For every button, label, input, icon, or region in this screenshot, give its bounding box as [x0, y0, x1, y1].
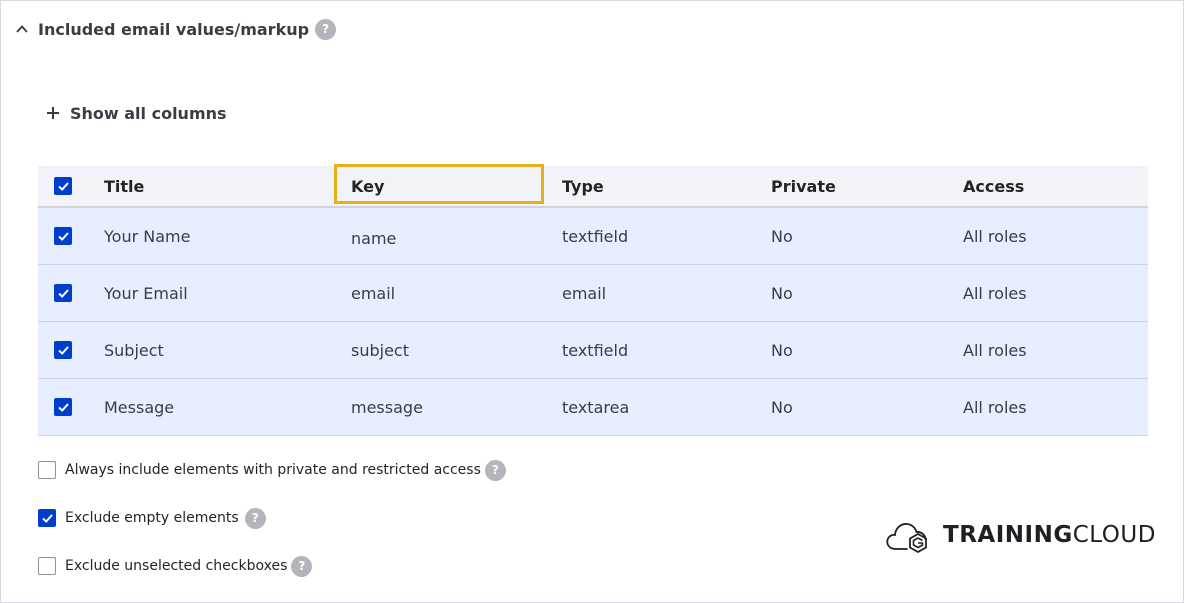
- row-access: All roles: [963, 340, 1027, 360]
- row-title: Message: [104, 397, 175, 417]
- table-row: Message message textarea No All roles: [38, 378, 1148, 435]
- show-all-columns-button[interactable]: Show all columns: [46, 101, 227, 125]
- row-title: Your Name: [104, 226, 191, 246]
- row-private: No: [771, 397, 793, 417]
- row-type: textfield: [562, 226, 629, 246]
- check-icon: [57, 231, 69, 241]
- row-checkbox[interactable]: [54, 227, 72, 245]
- check-icon: [57, 288, 69, 298]
- check-icon: [57, 402, 69, 412]
- row-access: All roles: [963, 397, 1027, 417]
- column-header-access[interactable]: Access: [963, 166, 1024, 206]
- option-exclude-empty[interactable]: Exclude empty elements ?: [38, 506, 266, 530]
- row-checkbox[interactable]: [54, 398, 72, 416]
- row-key: name: [351, 228, 397, 248]
- help-icon[interactable]: ?: [315, 18, 337, 40]
- row-private: No: [771, 226, 793, 246]
- column-header-type[interactable]: Type: [562, 166, 604, 206]
- row-checkbox[interactable]: [54, 284, 72, 302]
- row-checkbox[interactable]: [54, 341, 72, 359]
- elements-table: Title Key Type Private Access Your Name …: [38, 164, 1148, 436]
- row-access: All roles: [963, 226, 1027, 246]
- column-header-key[interactable]: Key: [351, 166, 384, 206]
- row-type: email: [562, 283, 607, 303]
- row-key: message: [351, 397, 423, 417]
- row-title: Your Email: [104, 283, 188, 303]
- option-include-private[interactable]: Always include elements with private and…: [38, 458, 506, 482]
- cloud-logo-icon: [886, 523, 927, 553]
- row-private: No: [771, 283, 793, 303]
- exclude-unselected-label: Exclude unselected checkboxes: [65, 558, 288, 574]
- include-private-label: Always include elements with private and…: [65, 462, 481, 478]
- option-exclude-unselected[interactable]: Exclude unselected checkboxes ?: [38, 554, 313, 578]
- row-access: All roles: [963, 283, 1027, 303]
- check-icon: [57, 181, 69, 191]
- email-values-panel: Included email values/markup ? Show all …: [0, 0, 1184, 603]
- include-private-checkbox[interactable]: [38, 461, 56, 479]
- table-row: Subject subject textfield No All roles: [38, 321, 1148, 378]
- table-row: Your Email email email No All roles: [38, 264, 1148, 321]
- row-type: textfield: [562, 340, 629, 360]
- row-key: email: [351, 283, 396, 303]
- help-icon[interactable]: ?: [291, 555, 313, 577]
- check-icon: [57, 345, 69, 355]
- section-toggle[interactable]: Included email values/markup ?: [15, 15, 337, 43]
- section-title: Included email values/markup: [38, 19, 310, 39]
- help-icon[interactable]: ?: [484, 459, 506, 481]
- table-row: Your Name name textfield No All roles: [38, 207, 1148, 264]
- help-icon[interactable]: ?: [244, 507, 266, 529]
- row-type: textarea: [562, 397, 630, 417]
- table-header: Title Key Type Private Access: [38, 164, 1148, 207]
- row-key: subject: [351, 340, 409, 360]
- column-header-title[interactable]: Title: [104, 166, 144, 206]
- plus-icon: [47, 107, 59, 119]
- row-title: Subject: [104, 340, 164, 360]
- exclude-empty-checkbox[interactable]: [38, 509, 56, 527]
- row-private: No: [771, 340, 793, 360]
- logo-text: TRAININGCLOUD: [943, 522, 1156, 548]
- column-header-private[interactable]: Private: [771, 166, 836, 206]
- chevron-up-icon: [16, 25, 28, 33]
- exclude-unselected-checkbox[interactable]: [38, 557, 56, 575]
- trainingcloud-logo: TRAININGCLOUD: [885, 516, 1156, 554]
- check-icon: [41, 513, 53, 523]
- show-all-columns-label: Show all columns: [70, 103, 227, 123]
- select-all-checkbox[interactable]: [54, 177, 72, 195]
- exclude-empty-label: Exclude empty elements: [65, 510, 239, 526]
